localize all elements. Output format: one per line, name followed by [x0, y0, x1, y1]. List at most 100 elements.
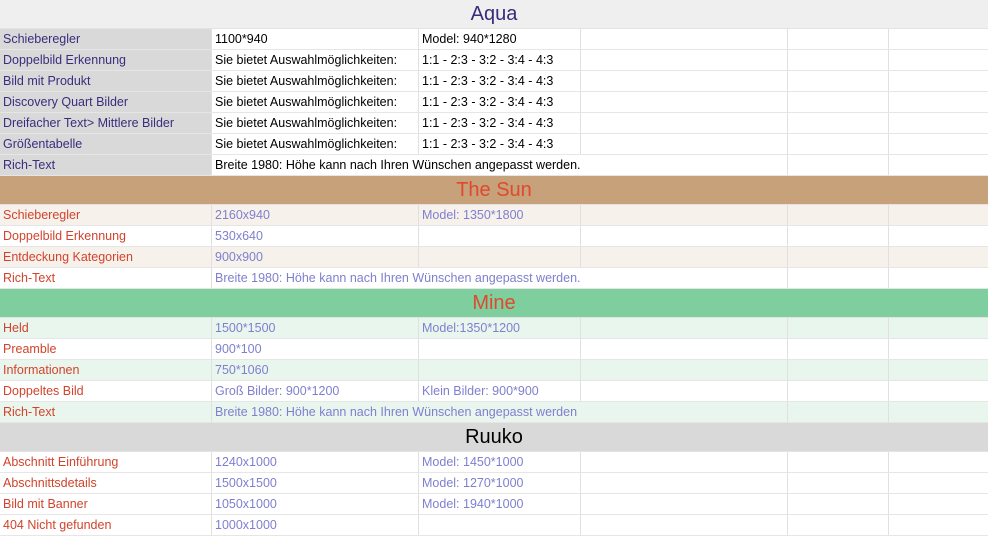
value-cell[interactable]: Sie bietet Auswahlmöglichkeiten: — [212, 50, 419, 70]
value-cell[interactable]: 1:1 - 2:3 - 3:2 - 3:4 - 4:3 — [419, 134, 581, 154]
value-cell[interactable]: Breite 1980: Höhe kann nach Ihren Wünsch… — [212, 155, 788, 175]
value-cell[interactable]: Model: 1350*1800 — [419, 205, 581, 225]
table-row[interactable]: Doppelbild Erkennung Sie bietet Auswahlm… — [0, 50, 988, 71]
table-row[interactable]: Informationen 750*1060 — [0, 360, 988, 381]
empty-cell[interactable] — [889, 318, 988, 338]
value-cell[interactable]: 1000x1000 — [212, 515, 419, 535]
table-row[interactable]: Rich-Text Breite 1980: Höhe kann nach Ih… — [0, 155, 988, 176]
row-label[interactable]: Doppelbild Erkennung — [0, 50, 212, 70]
section-header-mine[interactable]: Mine — [0, 289, 988, 318]
value-cell[interactable]: 900x900 — [212, 247, 419, 267]
empty-cell[interactable] — [788, 247, 889, 267]
row-label[interactable]: Doppelbild Erkennung — [0, 226, 212, 246]
value-cell[interactable]: Model: 1940*1000 — [419, 494, 581, 514]
value-cell[interactable]: Sie bietet Auswahlmöglichkeiten: — [212, 92, 419, 112]
row-label[interactable]: Abschnittsdetails — [0, 473, 212, 493]
value-cell[interactable]: Sie bietet Auswahlmöglichkeiten: — [212, 134, 419, 154]
empty-cell[interactable] — [889, 339, 988, 359]
empty-cell[interactable] — [889, 247, 988, 267]
section-header-aqua[interactable]: Aqua — [0, 0, 988, 29]
empty-cell[interactable] — [788, 155, 889, 175]
row-label[interactable]: 404 Nicht gefunden — [0, 515, 212, 535]
empty-cell[interactable] — [889, 155, 988, 175]
value-cell[interactable]: 2160x940 — [212, 205, 419, 225]
value-cell[interactable]: 1500x1500 — [212, 473, 419, 493]
value-cell[interactable]: 750*1060 — [212, 360, 419, 380]
empty-cell[interactable] — [889, 452, 988, 472]
empty-cell[interactable] — [788, 515, 889, 535]
empty-cell[interactable] — [788, 29, 889, 49]
table-row[interactable]: Bild mit Banner 1050x1000 Model: 1940*10… — [0, 494, 988, 515]
empty-cell[interactable] — [889, 113, 988, 133]
value-cell[interactable]: 1:1 - 2:3 - 3:2 - 3:4 - 4:3 — [419, 92, 581, 112]
value-cell[interactable]: Model: 1270*1000 — [419, 473, 581, 493]
empty-cell[interactable] — [889, 473, 988, 493]
table-row[interactable]: Schieberegler 1100*940 Model: 940*1280 — [0, 29, 988, 50]
value-cell[interactable]: Groß Bilder: 900*1200 — [212, 381, 419, 401]
row-label[interactable]: Rich-Text — [0, 155, 212, 175]
empty-cell[interactable] — [581, 226, 788, 246]
row-label[interactable]: Rich-Text — [0, 402, 212, 422]
table-row[interactable]: Abschnittsdetails 1500x1500 Model: 1270*… — [0, 473, 988, 494]
empty-cell[interactable] — [788, 113, 889, 133]
value-cell[interactable]: Sie bietet Auswahlmöglichkeiten: — [212, 113, 419, 133]
table-row[interactable]: Doppelbild Erkennung 530x640 — [0, 226, 988, 247]
empty-cell[interactable] — [581, 29, 788, 49]
row-label[interactable]: Schieberegler — [0, 205, 212, 225]
empty-cell[interactable] — [788, 494, 889, 514]
empty-cell[interactable] — [581, 473, 788, 493]
empty-cell[interactable] — [889, 494, 988, 514]
row-label[interactable]: Schieberegler — [0, 29, 212, 49]
empty-cell[interactable] — [889, 381, 988, 401]
empty-cell[interactable] — [788, 452, 889, 472]
row-label[interactable]: Dreifacher Text> Mittlere Bilder — [0, 113, 212, 133]
row-label[interactable]: Abschnitt Einführung — [0, 452, 212, 472]
empty-cell[interactable] — [581, 71, 788, 91]
empty-cell[interactable] — [581, 113, 788, 133]
empty-cell[interactable] — [581, 318, 788, 338]
row-label[interactable]: Preamble — [0, 339, 212, 359]
empty-cell[interactable] — [581, 452, 788, 472]
empty-cell[interactable] — [788, 92, 889, 112]
empty-cell[interactable] — [581, 247, 788, 267]
section-header-the-sun[interactable]: The Sun — [0, 176, 988, 205]
table-row[interactable]: Dreifacher Text> Mittlere Bilder Sie bie… — [0, 113, 988, 134]
empty-cell[interactable] — [788, 134, 889, 154]
empty-cell[interactable] — [788, 50, 889, 70]
value-cell[interactable] — [419, 360, 581, 380]
row-label[interactable]: Größentabelle — [0, 134, 212, 154]
table-row[interactable]: Discovery Quart Bilder Sie bietet Auswah… — [0, 92, 988, 113]
empty-cell[interactable] — [889, 402, 988, 422]
value-cell[interactable]: 1100*940 — [212, 29, 419, 49]
table-row[interactable]: Bild mit Produkt Sie bietet Auswahlmögli… — [0, 71, 988, 92]
value-cell[interactable]: Sie bietet Auswahlmöglichkeiten: — [212, 71, 419, 91]
table-row[interactable]: 404 Nicht gefunden 1000x1000 — [0, 515, 988, 536]
value-cell[interactable] — [419, 515, 581, 535]
section-header-ruuko[interactable]: Ruuko — [0, 423, 988, 452]
table-row[interactable]: Held 1500*1500 Model:1350*1200 — [0, 318, 988, 339]
empty-cell[interactable] — [581, 381, 788, 401]
table-row[interactable]: Preamble 900*100 — [0, 339, 988, 360]
empty-cell[interactable] — [889, 29, 988, 49]
empty-cell[interactable] — [889, 268, 988, 288]
value-cell[interactable]: 1240x1000 — [212, 452, 419, 472]
table-row[interactable]: Abschnitt Einführung 1240x1000 Model: 14… — [0, 452, 988, 473]
empty-cell[interactable] — [889, 360, 988, 380]
row-label[interactable]: Held — [0, 318, 212, 338]
table-row[interactable]: Schieberegler 2160x940 Model: 1350*1800 — [0, 205, 988, 226]
value-cell[interactable] — [419, 226, 581, 246]
empty-cell[interactable] — [889, 205, 988, 225]
empty-cell[interactable] — [788, 226, 889, 246]
empty-cell[interactable] — [889, 50, 988, 70]
value-cell[interactable]: Model: 940*1280 — [419, 29, 581, 49]
value-cell[interactable]: 1:1 - 2:3 - 3:2 - 3:4 - 4:3 — [419, 71, 581, 91]
empty-cell[interactable] — [788, 205, 889, 225]
row-label[interactable]: Informationen — [0, 360, 212, 380]
value-cell[interactable]: Klein Bilder: 900*900 — [419, 381, 581, 401]
row-label[interactable]: Bild mit Banner — [0, 494, 212, 514]
empty-cell[interactable] — [581, 92, 788, 112]
empty-cell[interactable] — [788, 402, 889, 422]
empty-cell[interactable] — [581, 205, 788, 225]
value-cell[interactable]: 1:1 - 2:3 - 3:2 - 3:4 - 4:3 — [419, 50, 581, 70]
value-cell[interactable]: Model: 1450*1000 — [419, 452, 581, 472]
